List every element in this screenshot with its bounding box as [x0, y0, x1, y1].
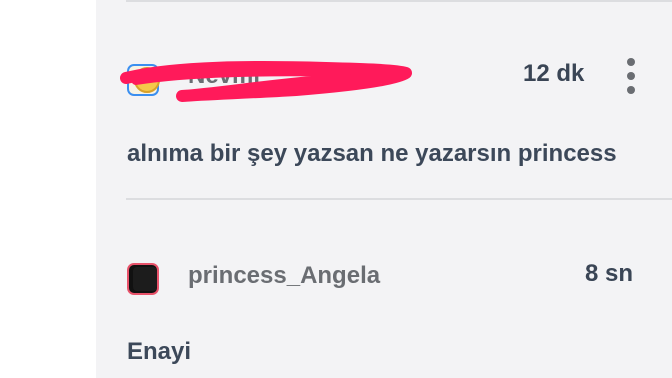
- comment-divider: [126, 198, 672, 200]
- comment-text: Enayi: [127, 338, 192, 365]
- more-vertical-icon[interactable]: [624, 58, 638, 94]
- comment-text: alnıma bir şey yazsan ne yazarsın prince…: [127, 140, 617, 167]
- comment-timestamp: 12 dk: [523, 60, 585, 87]
- dark-profile-icon: [133, 267, 157, 291]
- avatar[interactable]: [127, 64, 160, 96]
- left-margin: [0, 0, 96, 378]
- emoji-face-icon: [134, 67, 160, 93]
- redaction-scribble: [120, 61, 412, 102]
- avatar[interactable]: [127, 263, 159, 295]
- comment-username[interactable]: princess_Angela: [188, 262, 380, 290]
- comments-panel: Nevmi 12 dk alnıma bir şey yazsan ne yaz…: [96, 0, 672, 378]
- comment-username[interactable]: Nevmi: [188, 62, 260, 90]
- top-divider: [126, 0, 672, 2]
- comment-timestamp: 8 sn: [585, 260, 634, 287]
